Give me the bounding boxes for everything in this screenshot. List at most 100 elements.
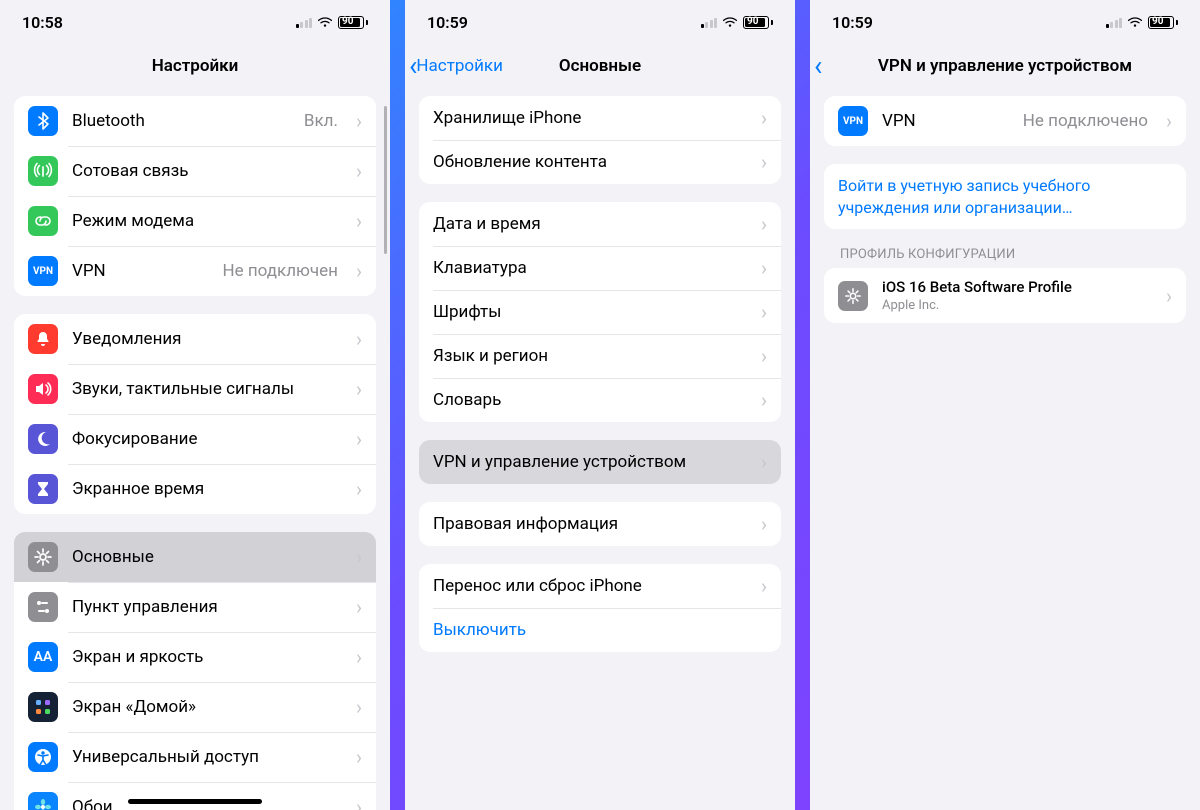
row-profile-beta[interactable]: iOS 16 Beta Software Profile Apple Inc. … [824,268,1186,323]
speaker-icon [28,374,58,404]
back-label: Настройки [416,56,503,76]
vpn-icon: VPN [28,256,58,286]
row-value: Вкл. [304,111,338,131]
chevron-right-icon: › [761,390,767,410]
row-legal[interactable]: Правовая информация › [419,502,781,546]
accessibility-icon [28,742,58,772]
row-general[interactable]: Основные › [14,532,376,582]
row-language[interactable]: Язык и регион› [419,334,781,378]
chevron-right-icon: › [356,261,362,281]
row-value: Не подключен [222,261,338,281]
chevron-right-icon: › [356,111,362,131]
chevron-right-icon: › [356,429,362,449]
cellular-signal-icon [701,17,718,28]
nav-title: Основные [559,56,641,76]
group-storage: Хранилище iPhone › Обновление контента› [419,96,781,184]
chevron-right-icon: › [356,379,362,399]
status-indicators: 90 [296,16,369,29]
chevron-right-icon: › [761,152,767,172]
gear-icon [28,542,58,572]
row-dictionary[interactable]: Словарь› [419,378,781,422]
home-indicator[interactable] [128,799,262,804]
row-label: VPN [882,111,1009,131]
chevron-right-icon: › [356,329,362,349]
scrollbar-indicator [384,106,387,254]
group-general: Основные › Пункт управления › AA Экран и… [14,532,376,810]
hourglass-icon [28,474,58,504]
status-bar: 10:59 90 [405,0,795,44]
group-vpn-mgmt: VPN и управление устройством› [419,440,781,484]
row-background-refresh[interactable]: Обновление контента› [419,140,781,184]
group-notifications: Уведомления › Звуки, тактильные сигналы … [14,314,376,514]
back-button[interactable]: ‹ [814,52,821,80]
group-locale: Дата и время› Клавиатура› Шрифты› Язык и… [419,202,781,422]
chevron-right-icon: › [356,161,362,181]
profile-title: iOS 16 Beta Software Profile [882,278,1148,296]
status-time: 10:58 [22,13,63,32]
general-list[interactable]: Хранилище iPhone › Обновление контента› Д… [405,88,795,810]
chevron-right-icon: › [761,576,767,596]
row-focus[interactable]: Фокусирование › [14,414,376,464]
wifi-icon [1127,16,1143,28]
row-label: Основные [72,547,338,567]
row-label: Правовая информация [433,514,743,534]
row-keyboard[interactable]: Клавиатура› [419,246,781,290]
group-legal: Правовая информация › [419,502,781,546]
row-home-screen[interactable]: Экран «Домой» › [14,682,376,732]
status-bar: 10:59 90 [810,0,1200,44]
chevron-right-icon: › [356,547,362,567]
screenshot-general: 10:59 90 ‹Настройки Основные Хранилище i… [405,0,795,810]
row-transfer-reset[interactable]: Перенос или сброс iPhone› [419,564,781,608]
cellular-signal-icon [296,17,313,28]
row-screentime[interactable]: Экранное время › [14,464,376,514]
row-notifications[interactable]: Уведомления › [14,314,376,364]
chevron-right-icon: › [356,211,362,231]
row-vpn-device-mgmt[interactable]: VPN и управление устройством› [419,440,781,484]
flower-icon [28,792,58,810]
row-sounds[interactable]: Звуки, тактильные сигналы › [14,364,376,414]
row-date-time[interactable]: Дата и время› [419,202,781,246]
row-label: Хранилище iPhone [433,108,743,128]
status-time: 10:59 [427,13,468,32]
back-button[interactable]: ‹Настройки [409,52,503,80]
row-cellular[interactable]: Сотовая связь › [14,146,376,196]
battery-icon: 90 [338,16,368,29]
row-label: Выключить [433,620,767,640]
text-size-icon: AA [28,642,58,672]
row-label: Режим модема [72,211,338,231]
row-fonts[interactable]: Шрифты› [419,290,781,334]
row-vpn[interactable]: VPN VPN Не подключен › [14,246,376,296]
wifi-icon [722,16,738,28]
chevron-right-icon: › [356,747,362,767]
chevron-right-icon: › [761,108,767,128]
row-bluetooth[interactable]: Bluetooth Вкл. › [14,96,376,146]
row-shutdown[interactable]: Выключить [419,608,781,652]
settings-list[interactable]: Bluetooth Вкл. › Сотовая связь › Режим м… [0,88,390,810]
status-time: 10:59 [832,13,873,32]
nav-title: Настройки [152,56,239,76]
chevron-right-icon: › [761,346,767,366]
status-indicators: 90 [1106,16,1179,29]
row-vpn-status[interactable]: VPN VPN Не подключено › [824,96,1186,146]
row-accessibility[interactable]: Универсальный доступ › [14,732,376,782]
row-hotspot[interactable]: Режим модема › [14,196,376,246]
row-value: Не подключено [1023,111,1148,131]
row-wallpaper[interactable]: Обои › [14,782,376,810]
cellular-signal-icon [1106,17,1123,28]
link-icon [28,206,58,236]
row-label: VPN и управление устройством [433,452,743,472]
battery-icon: 90 [743,16,773,29]
row-label: Шрифты [433,302,743,322]
row-display[interactable]: AA Экран и яркость › [14,632,376,682]
vpn-mgmt-list[interactable]: VPN VPN Не подключено › Войти в учетную … [810,88,1200,810]
chevron-right-icon: › [761,514,767,534]
row-label: Bluetooth [72,111,290,131]
status-bar: 10:58 90 [0,0,390,44]
chevron-right-icon: › [761,214,767,234]
antenna-icon [28,156,58,186]
bluetooth-icon [28,106,58,136]
row-sign-in-org[interactable]: Войти в учетную запись учебного учрежден… [824,164,1186,229]
chevron-right-icon: › [1166,111,1172,131]
row-storage[interactable]: Хранилище iPhone › [419,96,781,140]
row-control-center[interactable]: Пункт управления › [14,582,376,632]
